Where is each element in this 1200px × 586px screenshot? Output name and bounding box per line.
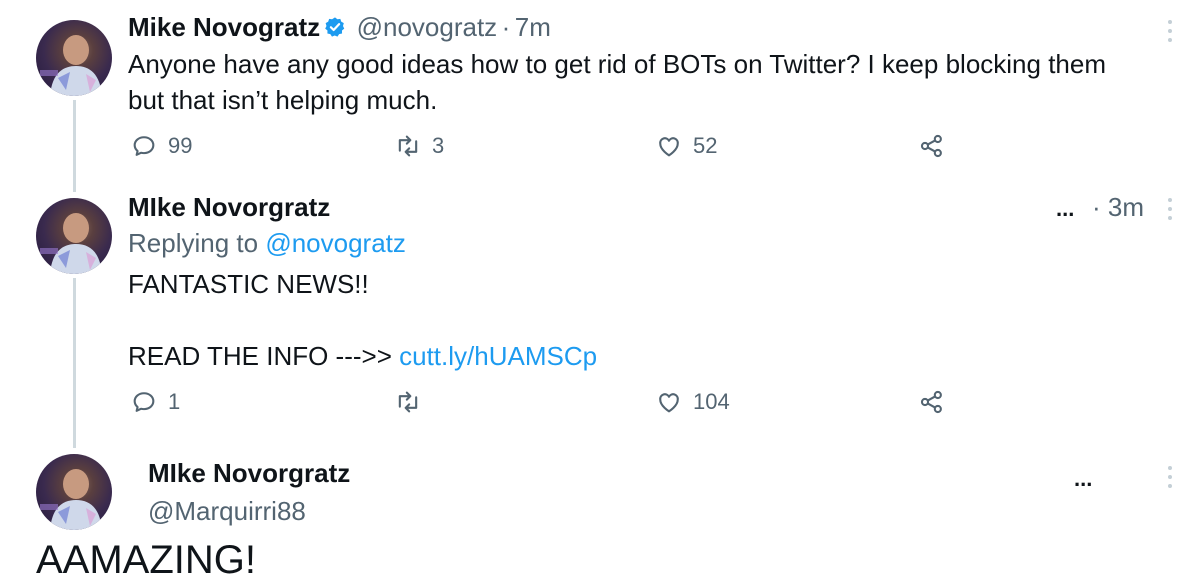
reply-button[interactable]: 1 xyxy=(130,388,180,416)
avatar-photo xyxy=(40,469,102,530)
tweet-text-line-1: FANTASTIC NEWS!! xyxy=(128,269,369,299)
more-dots-icon[interactable] xyxy=(1165,466,1175,488)
like-count: 52 xyxy=(693,133,718,158)
retweet-button[interactable]: 3 xyxy=(394,132,444,160)
retweet-icon xyxy=(398,391,418,413)
thread-connector-line xyxy=(73,100,76,192)
like-button[interactable]: 104 xyxy=(655,388,730,416)
display-name[interactable]: MIke Novorgratz xyxy=(148,458,350,489)
separator-dot: · xyxy=(501,12,511,42)
timestamp[interactable]: 7m xyxy=(515,12,551,42)
like-count: 104 xyxy=(693,389,730,414)
retweet-icon xyxy=(398,135,418,157)
handle[interactable]: @novogratz xyxy=(357,12,498,42)
more-dots-icon[interactable]: ... xyxy=(1056,196,1074,222)
tweet-text-line-2: but that isn’t helping much. xyxy=(128,85,438,115)
more-dots-icon[interactable] xyxy=(1165,20,1175,42)
share-icon xyxy=(920,134,942,158)
heart-icon xyxy=(659,393,679,413)
display-name[interactable]: MIke Novorgratz xyxy=(128,192,330,223)
reply-count: 99 xyxy=(168,133,193,158)
share-icon xyxy=(920,390,942,414)
verified-badge-icon xyxy=(325,17,345,37)
reply-count: 1 xyxy=(168,389,181,414)
reply-button[interactable]: 99 xyxy=(130,132,192,160)
replying-to-label: Replying to xyxy=(128,228,259,258)
timestamp[interactable]: 3m xyxy=(1108,192,1144,222)
tweet-text: AAMAZING! xyxy=(36,538,257,582)
tweet-link[interactable]: cutt.ly/hUAMSCp xyxy=(399,341,597,371)
share-button[interactable] xyxy=(918,132,946,160)
heart-icon xyxy=(659,137,679,157)
tweet-text-line-2: READ THE INFO --->> xyxy=(128,341,392,371)
retweet-count: 3 xyxy=(432,133,445,158)
separator-dot: · xyxy=(1092,192,1101,222)
avatar[interactable] xyxy=(36,20,112,96)
tweet-text-line-1: Anyone have any good ideas how to get ri… xyxy=(128,49,1106,79)
speech-bubble-icon xyxy=(133,136,155,156)
thread-connector-line xyxy=(73,278,76,448)
like-button[interactable]: 52 xyxy=(655,132,717,160)
retweet-button[interactable] xyxy=(394,388,432,416)
more-dots-icon[interactable] xyxy=(1165,198,1175,220)
display-name[interactable]: Mike Novogratz xyxy=(128,12,320,42)
handle[interactable]: @Marquirri88 xyxy=(148,496,306,527)
avatar[interactable] xyxy=(36,198,112,274)
avatar[interactable] xyxy=(36,454,112,530)
avatar-photo xyxy=(40,213,102,274)
replying-to-handle-link[interactable]: @novogratz xyxy=(265,228,406,258)
more-dots-icon[interactable]: ... xyxy=(1074,466,1092,492)
speech-bubble-icon xyxy=(133,392,155,412)
avatar-photo xyxy=(40,35,102,96)
share-button[interactable] xyxy=(918,388,946,416)
